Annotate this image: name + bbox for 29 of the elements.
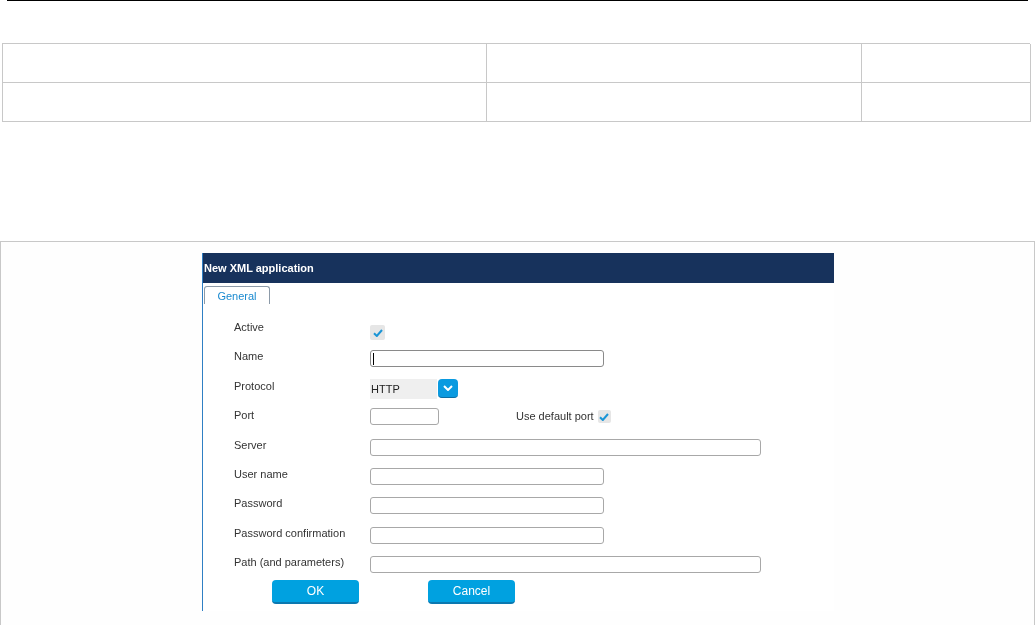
dialog-button[interactable]: OK — [272, 580, 359, 604]
input-field[interactable] — [370, 526, 604, 544]
checkbox-label: Use default port — [516, 409, 594, 425]
field-label: User name — [234, 466, 289, 482]
field-label: Server — [234, 437, 268, 453]
dialog-button[interactable]: Cancel — [428, 580, 515, 604]
dialog-title: New XML application — [204, 262, 314, 274]
field-label: Name — [234, 349, 265, 365]
select-field[interactable]: HTTP — [370, 378, 437, 399]
dropdown-button[interactable] — [438, 378, 458, 398]
input-field[interactable] — [370, 408, 439, 426]
chevron-down-icon — [443, 384, 453, 391]
checkmark-icon — [599, 412, 610, 421]
input-field[interactable] — [370, 350, 604, 368]
checkbox[interactable] — [370, 325, 385, 340]
field-label: Password — [234, 496, 284, 512]
field-label: Protocol — [234, 378, 276, 394]
field-label: Active — [234, 320, 265, 335]
field-label: Password confirmation — [234, 525, 347, 541]
field-label: Port — [234, 408, 256, 424]
input-field[interactable] — [370, 438, 761, 456]
text-cursor-icon — [373, 352, 374, 365]
checkmark-icon — [372, 328, 383, 337]
checkbox[interactable] — [597, 410, 611, 424]
input-field[interactable] — [370, 467, 604, 485]
field-label: Path (and parameters) — [234, 555, 346, 571]
input-field[interactable] — [370, 497, 604, 515]
input-field[interactable] — [370, 556, 761, 574]
tab[interactable]: General — [204, 286, 270, 304]
